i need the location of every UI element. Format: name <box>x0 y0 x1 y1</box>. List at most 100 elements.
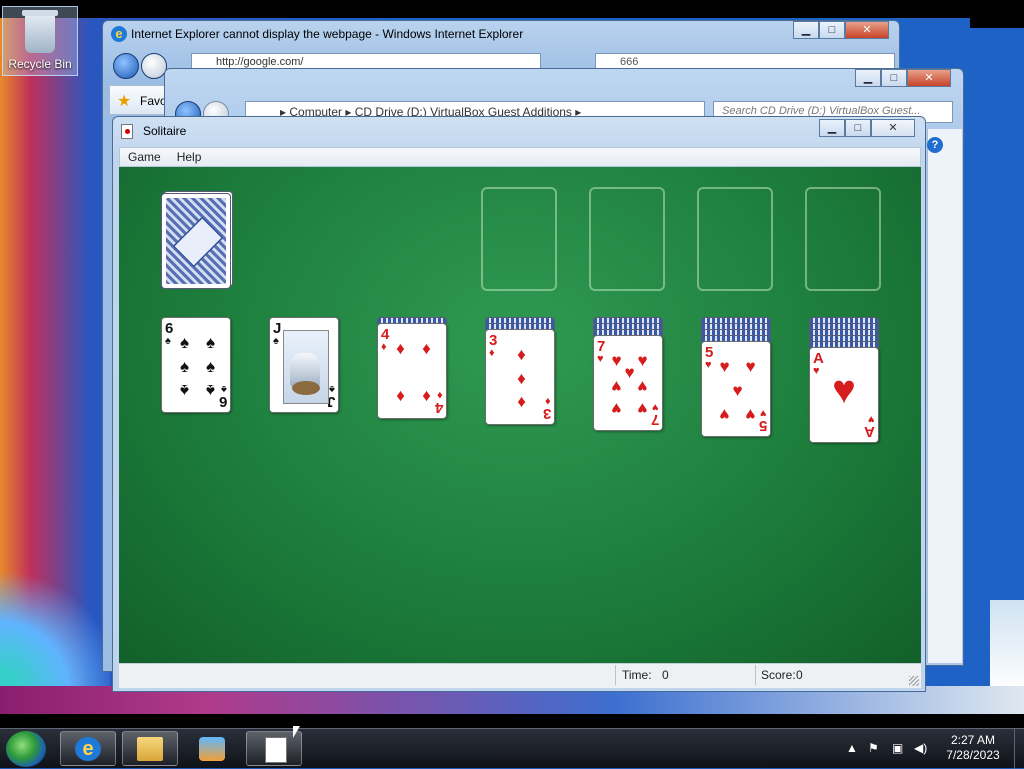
playing-card[interactable]: A ♥ A ♥ ♥ <box>809 347 879 443</box>
time-label: Time: <box>622 668 652 682</box>
taskbar-windows-explorer[interactable] <box>122 731 178 766</box>
card-rank: 3 <box>542 405 551 422</box>
status-separator <box>615 665 616 685</box>
favorites-star-icon: ★ <box>117 93 132 110</box>
ie-back-button[interactable] <box>113 53 139 79</box>
score-label: Score: <box>761 668 796 682</box>
card-pip: ♦ <box>396 339 405 358</box>
playing-card[interactable]: 7 ♥ 7 ♥ ♥ ♥ ♥ ♥ ♥ ♥ ♥ <box>593 335 663 431</box>
solitaire-maximize-button[interactable]: □ <box>845 119 871 137</box>
card-suit: ♦ <box>545 395 551 407</box>
action-center-flag-icon[interactable]: ⚑ <box>868 741 879 755</box>
card-pip: ♥ <box>611 399 622 418</box>
card-rank: 4 <box>434 399 443 416</box>
playing-card[interactable]: 6 ♠ 6 ♠ ♠ ♠ ♠ ♠ ♠ ♠ <box>161 317 231 413</box>
card-suit: ♥ <box>597 353 604 365</box>
card-rank: 5 <box>758 417 767 434</box>
card-suit: ♥ <box>652 401 659 413</box>
volume-icon[interactable]: ◀) <box>914 741 927 755</box>
card-pip: ♦ <box>517 345 526 364</box>
card-pip: ♥ <box>611 377 622 396</box>
show-desktop-button[interactable] <box>1014 729 1024 769</box>
recycle-bin-label: Recycle Bin <box>8 57 72 71</box>
stock-pile[interactable] <box>161 193 231 289</box>
card-suit: ♠ <box>273 335 279 347</box>
ie-close-button[interactable]: ✕ <box>845 21 889 39</box>
card-pip: ♦ <box>396 387 405 406</box>
card-rank: 4 <box>381 326 390 343</box>
card-suit: ♠ <box>329 383 335 395</box>
explorer-minimize-button[interactable]: ▁ <box>855 69 881 87</box>
card-pip: ♥ <box>719 357 730 376</box>
solitaire-caption-buttons: ▁ □ ✕ <box>819 119 915 137</box>
playing-card[interactable]: 3 ♦ 3 ♦ ♦ ♦ ♦ <box>485 329 555 425</box>
game-board[interactable]: 6 ♠ 6 ♠ ♠ ♠ ♠ ♠ ♠ ♠ J ♠ J ♠ 4 ♦ 4 ♦ ♦ ♦ ♦ ♦ 3 ♦ 3 ♦ ♦ ♦ ♦ 7 ♥ 7 ♥ ♥ ♥ ♥ ♥ ♥ ♥ ♥… <box>119 167 921 663</box>
card-pip: ♠ <box>179 381 190 400</box>
network-icon[interactable]: ▣ <box>892 741 903 755</box>
score-value: 0 <box>796 668 803 682</box>
foundation-slot-4[interactable] <box>805 187 881 291</box>
card-pip: ♥ <box>637 399 648 418</box>
card-suit: ♥ <box>868 413 875 425</box>
internet-explorer-title-icon: e <box>111 26 127 42</box>
card-suit: ♠ <box>165 335 171 347</box>
explorer-close-button[interactable]: ✕ <box>907 69 951 87</box>
playing-card[interactable]: 4 ♦ 4 ♦ ♦ ♦ ♦ ♦ <box>377 323 447 419</box>
foundation-slot-2[interactable] <box>589 187 665 291</box>
help-icon[interactable]: ? <box>927 137 943 153</box>
taskbar: e ▲ ⚑ ▣ ◀) 2:27 AM 7/28/2023 <box>0 728 1024 769</box>
card-rank: J <box>273 320 282 337</box>
explorer-content-area <box>927 129 962 663</box>
card-pip: ♥ <box>745 357 756 376</box>
ie-maximize-button[interactable]: □ <box>819 21 845 39</box>
card-suit: ♠ <box>221 383 227 395</box>
card-suit: ♥ <box>705 359 712 371</box>
resize-grip[interactable] <box>909 676 919 686</box>
media-player-icon <box>199 737 225 761</box>
desktop-top-band <box>0 0 1024 18</box>
card-rank: A <box>813 350 824 367</box>
status-bar: Time: 0 Score: 0 <box>119 663 921 688</box>
recycle-bin-icon <box>22 10 58 53</box>
status-separator <box>755 665 756 685</box>
system-clock[interactable]: 2:27 AM 7/28/2023 <box>934 733 1012 763</box>
solitaire-minimize-button[interactable]: ▁ <box>819 119 845 137</box>
solitaire-close-button[interactable]: ✕ <box>871 119 915 137</box>
menu-game[interactable]: Game <box>120 148 169 166</box>
time-value: 0 <box>662 668 669 682</box>
ie-minimize-button[interactable]: ▁ <box>793 21 819 39</box>
foundation-slot-3[interactable] <box>697 187 773 291</box>
ie-window-title: Internet Explorer cannot display the web… <box>131 27 524 41</box>
solitaire-window[interactable]: Solitaire ▁ □ ✕ Game Help 6 ♠ 6 ♠ ♠ ♠ ♠ ♠ ♠ ♠ J ♠ J ♠… <box>112 116 926 692</box>
card-pip: ♠ <box>179 333 190 352</box>
start-button[interactable] <box>6 731 46 767</box>
card-rank: 6 <box>218 393 227 410</box>
card-rank: 6 <box>165 320 174 337</box>
internet-explorer-icon: e <box>75 737 101 761</box>
card-suit: ♥ <box>813 365 820 377</box>
recycle-bin-desktop-icon[interactable]: Recycle Bin <box>2 6 78 76</box>
foundation-slot-1[interactable] <box>481 187 557 291</box>
solitaire-title-icon <box>121 124 133 139</box>
card-rank: 3 <box>489 332 498 349</box>
card-suit: ♦ <box>381 341 387 353</box>
card-pip: ♦ <box>422 387 431 406</box>
menu-help[interactable]: Help <box>169 148 210 166</box>
playing-card[interactable]: J ♠ J ♠ <box>269 317 339 413</box>
taskbar-media-player[interactable] <box>184 731 240 766</box>
explorer-maximize-button[interactable]: □ <box>881 69 907 87</box>
windows-explorer-icon <box>137 737 163 761</box>
playing-card[interactable]: 5 ♥ 5 ♥ ♥ ♥ ♥ ♥ ♥ <box>701 341 771 437</box>
card-pip: ♦ <box>517 369 526 388</box>
card-pip: ♠ <box>179 357 190 376</box>
mouse-cursor <box>293 726 300 738</box>
card-rank: 7 <box>650 411 659 428</box>
card-rank: A <box>864 423 875 440</box>
show-hidden-icons[interactable]: ▲ <box>846 741 858 755</box>
taskbar-internet-explorer[interactable]: e <box>60 731 116 766</box>
jack-face-artwork <box>283 330 329 404</box>
card-pip: ♠ <box>205 357 216 376</box>
card-pip: ♥ <box>719 405 730 424</box>
wallpaper-swirl <box>0 560 110 690</box>
card-pip: ♠ <box>205 333 216 352</box>
